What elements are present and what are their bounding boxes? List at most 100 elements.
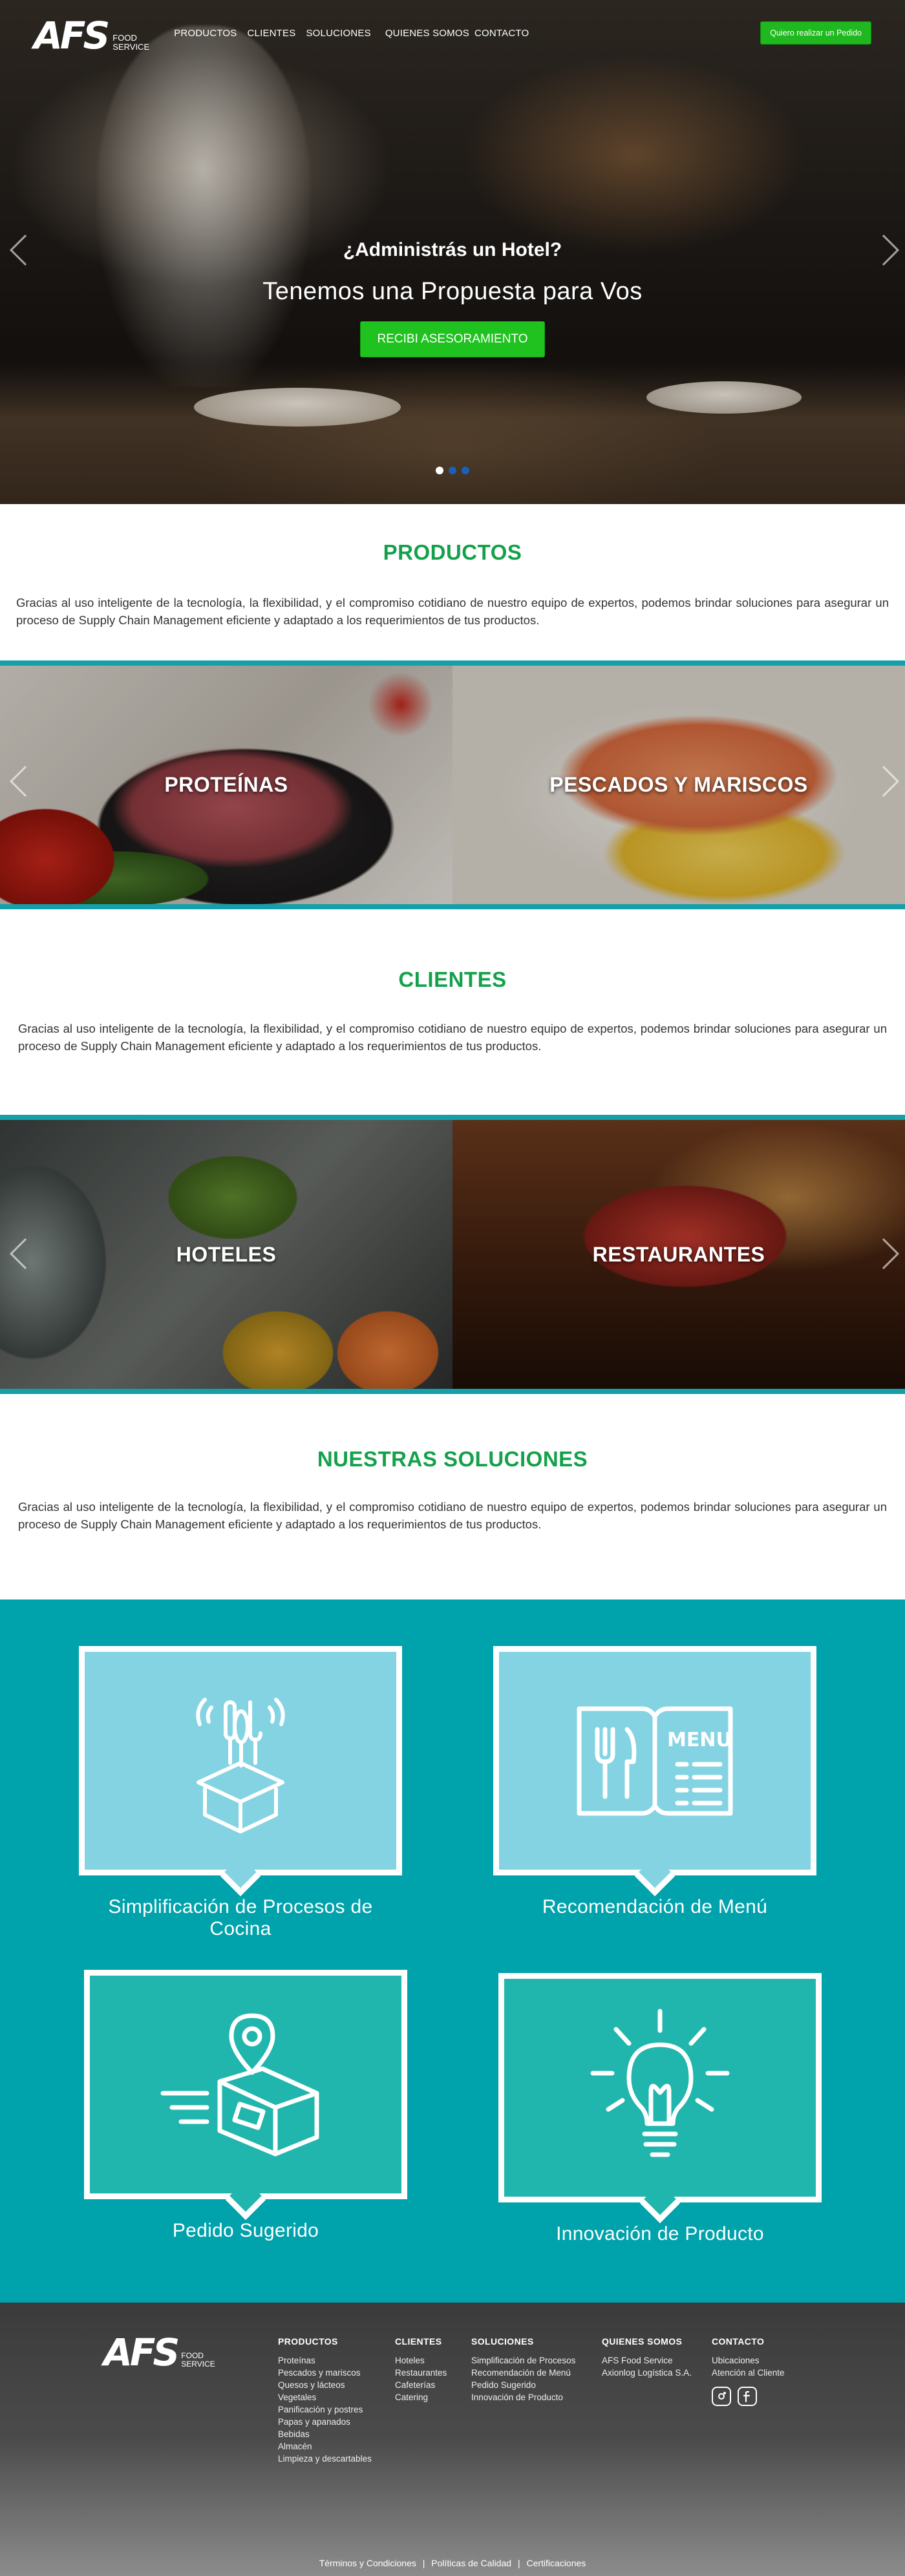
solution-card-title: Recomendación de Menú bbox=[542, 1896, 768, 1917]
footer-heading: CONTACTO bbox=[712, 2336, 765, 2347]
menu-icon-text: MENU bbox=[667, 1729, 732, 1751]
nav-soluciones[interactable]: SOLUCIONES bbox=[306, 28, 370, 39]
footer-link[interactable]: Ubicaciones bbox=[712, 2354, 785, 2367]
card-pointer bbox=[220, 1855, 261, 1897]
footer-link[interactable]: Vegetales bbox=[278, 2391, 372, 2403]
footer-column-productos: PRODUCTOS Proteínas Pescados y mariscos … bbox=[278, 2336, 372, 2465]
logo-subtitle: FOOD SERVICE bbox=[181, 2351, 215, 2369]
footer-link[interactable]: Innovación de Producto bbox=[471, 2391, 575, 2403]
solution-card-box bbox=[84, 1970, 407, 2221]
footer-link[interactable]: Limpieza y descartables bbox=[278, 2453, 372, 2465]
products-carousel: PROTEÍNAS PESCADOS Y MARISCOS bbox=[0, 660, 905, 909]
footer-link[interactable]: Cafeterías bbox=[395, 2379, 447, 2391]
kitchen-tools-box-icon bbox=[196, 1697, 285, 1833]
product-tile-proteinas[interactable]: PROTEÍNAS bbox=[0, 666, 452, 904]
social-links bbox=[712, 2387, 785, 2406]
solutions-grid: Simplificación de Procesos de Cocina MEN… bbox=[0, 1599, 905, 2303]
footer-link[interactable]: Atención al Cliente bbox=[712, 2367, 785, 2379]
tile-label: PROTEÍNAS bbox=[164, 773, 288, 796]
nav-contacto[interactable]: CONTACTO bbox=[474, 28, 529, 39]
footer-column-contacto: CONTACTO Ubicaciones Atención al Cliente bbox=[712, 2336, 785, 2406]
carousel-dot[interactable] bbox=[449, 467, 456, 474]
footer-link[interactable]: Quesos y lácteos bbox=[278, 2379, 372, 2391]
client-tile-restaurantes[interactable]: RESTAURANTES bbox=[452, 1120, 905, 1389]
footer-heading: PRODUCTOS bbox=[278, 2336, 338, 2347]
hero-content: ¿Administrás un Hotel? Tenemos una Propu… bbox=[0, 239, 905, 357]
legal-links: Términos y Condiciones | Políticas de Ca… bbox=[0, 2558, 905, 2568]
quality-policy-link[interactable]: Políticas de Calidad bbox=[429, 2558, 513, 2568]
nav-clientes[interactable]: CLIENTES bbox=[248, 28, 296, 39]
solution-card-title: Innovación de Producto bbox=[556, 2223, 764, 2244]
footer-column-clientes: CLIENTES Hoteles Restaurantes Cafeterías… bbox=[395, 2336, 447, 2403]
logo-mark: AFS bbox=[103, 2330, 180, 2374]
solution-card-title: Pedido Sugerido bbox=[172, 2220, 319, 2241]
menu-icon: MENU bbox=[577, 1706, 733, 1815]
tile-label: HOTELES bbox=[176, 1242, 277, 1266]
instagram-icon[interactable] bbox=[712, 2387, 731, 2406]
afs-logo[interactable]: AFS FOOD SERVICE bbox=[34, 17, 149, 54]
hero-plate bbox=[194, 388, 401, 427]
client-tile-hoteles[interactable]: HOTELES bbox=[0, 1120, 452, 1389]
solution-card-box: MENU bbox=[493, 1646, 816, 1897]
solution-card-box bbox=[498, 1973, 822, 2224]
hero-question: ¿Administrás un Hotel? bbox=[343, 239, 562, 260]
hero-plate bbox=[646, 381, 802, 414]
card-pointer bbox=[225, 2179, 266, 2221]
solution-card-menu[interactable]: MENU Recomendación de Menú bbox=[493, 1646, 816, 1918]
footer-link[interactable]: Recomendación de Menú bbox=[471, 2367, 575, 2379]
solution-card-innovation[interactable]: Innovación de Producto bbox=[498, 1973, 822, 2245]
terms-link[interactable]: Términos y Condiciones bbox=[317, 2558, 418, 2568]
footer-link[interactable]: Pedido Sugerido bbox=[471, 2379, 575, 2391]
hero-banner: AFS FOOD SERVICE PRODUCTOS CLIENTES SOLU… bbox=[0, 0, 905, 504]
footer-afs-logo[interactable]: AFS FOOD SERVICE bbox=[103, 2334, 215, 2371]
footer-link[interactable]: Pescados y mariscos bbox=[278, 2367, 372, 2379]
facebook-icon[interactable] bbox=[738, 2387, 757, 2406]
footer-link[interactable]: Proteínas bbox=[278, 2354, 372, 2367]
footer-column-soluciones: SOLUCIONES Simplificación de Procesos Re… bbox=[471, 2336, 575, 2403]
main-nav: PRODUCTOS CLIENTES SOLUCIONES QUIENES SO… bbox=[174, 28, 529, 39]
hero-advice-button[interactable]: RECIBI ASESORAMIENTO bbox=[359, 321, 546, 357]
order-button[interactable]: Quiero realizar un Pedido bbox=[760, 21, 871, 45]
footer-link[interactable]: Restaurantes bbox=[395, 2367, 447, 2379]
footer-link[interactable]: Simplificación de Procesos bbox=[471, 2354, 575, 2367]
clients-section: CLIENTES Gracias al uso inteligente de l… bbox=[0, 909, 905, 1115]
hero-subtitle: Tenemos una Propuesta para Vos bbox=[262, 278, 643, 305]
carousel-dots bbox=[0, 467, 905, 474]
footer-link[interactable]: Catering bbox=[395, 2391, 447, 2403]
clients-carousel: HOTELES RESTAURANTES bbox=[0, 1115, 905, 1394]
footer-heading: CLIENTES bbox=[395, 2336, 442, 2347]
products-description: Gracias al uso inteligente de la tecnolo… bbox=[16, 596, 889, 627]
solution-card-kitchen[interactable]: Simplificación de Procesos de Cocina bbox=[79, 1646, 402, 1940]
solution-card-order[interactable]: Pedido Sugerido bbox=[84, 1970, 407, 2242]
footer-link[interactable]: Bebidas bbox=[278, 2428, 372, 2440]
card-pointer bbox=[634, 1855, 676, 1897]
footer-heading: SOLUCIONES bbox=[471, 2336, 534, 2347]
product-tile-pescados[interactable]: PESCADOS Y MARISCOS bbox=[452, 666, 905, 904]
delivery-box-icon bbox=[160, 2013, 319, 2156]
solution-card-title: Simplificación de Procesos de Cocina bbox=[108, 1896, 373, 1939]
footer-link[interactable]: Axionlog Logística S.A. bbox=[602, 2367, 692, 2379]
lightbulb-icon bbox=[590, 2009, 730, 2157]
tile-label: RESTAURANTES bbox=[592, 1242, 765, 1266]
nav-productos[interactable]: PRODUCTOS bbox=[174, 28, 237, 39]
footer-link[interactable]: Hoteles bbox=[395, 2354, 447, 2367]
tile-label: PESCADOS Y MARISCOS bbox=[549, 773, 808, 796]
logo-mark: AFS bbox=[34, 14, 110, 58]
legal-separator: | bbox=[422, 2558, 425, 2568]
footer-link[interactable]: Panificación y postres bbox=[278, 2403, 372, 2416]
carousel-dot[interactable] bbox=[436, 467, 443, 474]
solution-card-box bbox=[79, 1646, 402, 1897]
footer-heading: QUIENES SOMOS bbox=[602, 2336, 683, 2347]
carousel-dot[interactable] bbox=[462, 467, 469, 474]
site-footer: AFS FOOD SERVICE PRODUCTOS Proteínas Pes… bbox=[0, 2303, 905, 2576]
footer-link[interactable]: Papas y apanados bbox=[278, 2416, 372, 2428]
clients-title: CLIENTES bbox=[398, 967, 507, 991]
certifications-link[interactable]: Certificaciones bbox=[524, 2558, 588, 2568]
footer-link[interactable]: AFS Food Service bbox=[602, 2354, 692, 2367]
clients-description: Gracias al uso inteligente de la tecnolo… bbox=[18, 1022, 887, 1053]
nav-quienes-somos[interactable]: QUIENES SOMOS bbox=[385, 28, 469, 39]
hero-background-table bbox=[0, 362, 905, 504]
legal-separator: | bbox=[517, 2558, 520, 2568]
solutions-section: NUESTRAS SOLUCIONES Gracias al uso intel… bbox=[0, 1394, 905, 1599]
footer-link[interactable]: Almacén bbox=[278, 2440, 372, 2453]
